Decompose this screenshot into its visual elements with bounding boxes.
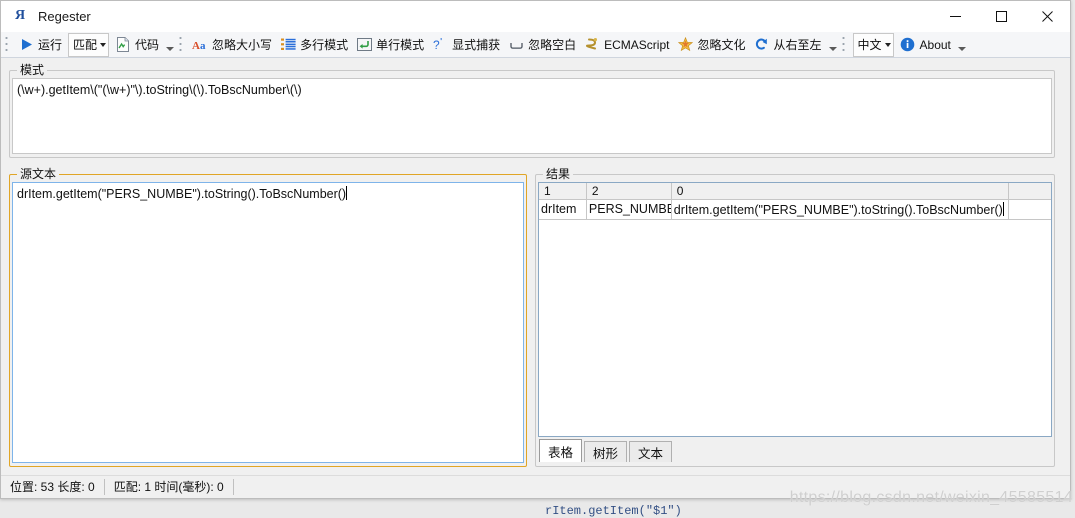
toolbar-explicit-capture-label: 显式捕获 [452,38,500,52]
toolbar-about-button[interactable]: About [896,34,955,56]
close-icon [1042,11,1053,22]
toolbar-match-mode-label: 匹配 [73,38,97,52]
toolbar-multiline-button[interactable]: 多行模式 [276,34,352,56]
toolbar-language-dropdown[interactable]: 中文 [853,33,894,57]
source-text-input[interactable]: drItem.getItem("PERS_NUMBE").toString().… [12,182,524,463]
text-cursor [346,186,347,200]
singleline-wrap-icon [356,37,372,53]
svg-text:A: A [192,40,200,52]
result-cell-group-1[interactable]: drItem [539,200,587,220]
rtl-arrow-icon [753,37,769,53]
result-cell-empty[interactable] [1009,200,1051,220]
maximize-icon [996,11,1007,22]
toolbar-ignore-culture-button[interactable]: 忽略文化 [673,34,749,56]
toolbar-ecmascript-button[interactable]: ECMAScript [580,34,673,56]
toolbar-code-label: 代码 [135,38,159,52]
toolbar-right-to-left-label: 从右至左 [773,38,821,52]
watermark-text: https://blog.csdn.net/weixin_45585514 [790,489,1073,507]
result-grid-header-3[interactable]: 0 [672,183,1009,200]
grid-text-cursor [1003,202,1004,216]
main-toolbar: 运行 匹配 代码 [1,32,1070,58]
minimize-button[interactable] [932,1,978,31]
toolbar-ecmascript-label: ECMAScript [604,38,669,52]
multiline-list-icon [280,37,296,53]
toolbar-grip-3[interactable] [842,36,849,53]
toolbar-match-mode-dropdown[interactable]: 匹配 [68,33,109,57]
window-title: Regester [38,9,91,24]
toolbar-ignore-culture-label: 忽略文化 [697,38,745,52]
result-tabstrip: 表格 树形 文本 [539,440,672,462]
chevron-down-icon-2 [885,43,891,47]
toolbar-overflow-1[interactable] [165,36,175,54]
toolbar-language-label: 中文 [858,38,882,52]
toolbar-about-label: About [920,38,951,52]
toolbar-singleline-button[interactable]: 单行模式 [352,34,428,56]
toolbar-multiline-label: 多行模式 [300,38,348,52]
toolbar-singleline-label: 单行模式 [376,38,424,52]
toolbar-explicit-capture-button[interactable]: ? ' 显式捕获 [428,34,504,56]
regester-window: Я Regester 运行 [0,0,1071,499]
source-text-value: drItem.getItem("PERS_NUMBE").toString().… [17,187,346,201]
result-grid-header-4[interactable] [1009,183,1051,200]
star-icon [677,37,693,53]
result-grid[interactable]: 1 2 0 drItem PERS_NUMBE drItem.getItem("… [538,182,1052,437]
table-row[interactable]: drItem PERS_NUMBE drItem.getItem("PERS_N… [539,200,1051,220]
toolbar-code-button[interactable]: 代码 [111,34,163,56]
info-icon [900,37,916,53]
result-cell-group-2[interactable]: PERS_NUMBE [587,200,672,220]
toolbar-ignore-case-label: 忽略大小写 [212,38,272,52]
minimize-icon [950,11,961,22]
status-match: 匹配: 1 时间(毫秒): 0 [105,479,233,495]
toolbar-overflow-3[interactable] [957,36,967,54]
source-text-panel-body: drItem.getItem("PERS_NUMBE").toString().… [12,182,524,463]
toolbar-run-label: 运行 [38,38,62,52]
result-grid-header-1[interactable]: 1 [539,183,587,200]
svg-text:': ' [440,38,442,49]
question-quote-icon: ? ' [432,37,448,53]
toolbar-grip[interactable] [5,36,12,53]
letter-case-icon: A a [192,37,208,53]
source-text-panel: 源文本 drItem.getItem("PERS_NUMBE").toStrin… [9,167,527,467]
pattern-panel-title: 模式 [17,63,47,77]
toolbar-right-to-left-button[interactable]: 从右至左 [749,34,825,56]
toolbar-ignore-whitespace-label: 忽略空白 [528,38,576,52]
chevron-down-icon [100,43,106,47]
result-panel-title: 结果 [543,167,573,181]
svg-text:?: ? [433,38,440,52]
pattern-input[interactable]: (\w+).getItem\("(\w+)"\).toString\(\).To… [12,78,1052,154]
pattern-panel: 模式 (\w+).getItem\("(\w+)"\).toString\(\)… [9,63,1055,158]
toolbar-run-button[interactable]: 运行 [14,34,66,56]
maximize-button[interactable] [978,1,1024,31]
tab-table[interactable]: 表格 [539,439,582,462]
app-logo-icon: Я [12,8,28,24]
toolbar-ignore-case-button[interactable]: A a 忽略大小写 [188,34,276,56]
source-text-panel-title: 源文本 [17,167,59,181]
toolbar-grip-2[interactable] [179,36,186,53]
svg-text:a: a [200,40,206,52]
window-controls [932,1,1070,31]
result-grid-header-2[interactable]: 2 [587,183,672,200]
tab-tree[interactable]: 树形 [584,441,627,462]
play-icon [18,37,34,53]
result-cell-group-0[interactable]: drItem.getItem("PERS_NUMBE").toString().… [672,200,1009,220]
toolbar-overflow-2[interactable] [828,36,838,54]
pattern-panel-body: (\w+).getItem\("(\w+)"\).toString\(\).To… [12,78,1052,154]
result-cell-group-0-value: drItem.getItem("PERS_NUMBE").toString().… [674,203,1003,217]
underscore-icon [508,37,524,53]
screenshot-root: 样源 rItem.getItem("$1") Я Regester [0,0,1075,518]
snake-script-icon [584,37,600,53]
title-bar: Я Regester [1,1,1070,32]
status-separator-2 [233,479,234,495]
result-panel: 结果 1 2 0 drItem PERS_NUMBE drItem.getIte… [535,167,1055,467]
result-grid-header-row: 1 2 0 [539,183,1051,200]
tab-text[interactable]: 文本 [629,441,672,462]
code-page-icon [115,37,131,53]
toolbar-ignore-whitespace-button[interactable]: 忽略空白 [504,34,580,56]
status-position: 位置: 53 长度: 0 [1,479,104,495]
close-button[interactable] [1024,1,1070,31]
